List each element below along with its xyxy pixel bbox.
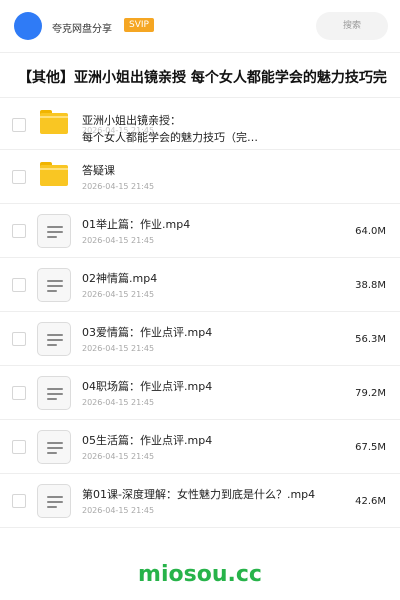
item-size: 67.5M <box>355 442 386 453</box>
item-size: 79.2M <box>355 388 386 399</box>
item-name-line2: 每个女人都能学会的魅力技巧（完… <box>82 131 258 144</box>
list-item[interactable]: 03爱情篇：作业点评.mp4 2026-04-15 21:45 56.3M <box>0 312 400 366</box>
item-size: 56.3M <box>355 334 386 345</box>
item-name: 03爱情篇：作业点评.mp4 <box>82 326 213 339</box>
item-checkbox[interactable] <box>12 278 26 292</box>
video-file-icon <box>37 376 71 410</box>
list-item[interactable]: 01举止篇：作业.mp4 2026-04-15 21:45 64.0M <box>0 204 400 258</box>
video-file-icon <box>37 322 71 356</box>
avatar[interactable] <box>14 12 42 40</box>
folder-icon <box>40 162 68 186</box>
item-size: 38.8M <box>355 280 386 291</box>
folder-icon <box>40 110 68 134</box>
share-owner-name: 夸克网盘分享 <box>52 24 112 35</box>
item-date: 2026-04-15 21:45 <box>82 290 155 299</box>
item-name: 答疑课 <box>82 164 115 177</box>
item-checkbox[interactable] <box>12 170 26 184</box>
site-watermark: miosou.cc <box>138 562 262 587</box>
top-bar: 夸克网盘分享 SVIP 搜索 <box>0 0 400 52</box>
file-list: 2026-04-15 21:45 亚洲小姐出镜亲授： 每个女人都能学会的魅力技巧… <box>0 98 400 528</box>
video-file-icon <box>37 214 71 248</box>
item-date: 2026-04-15 21:45 <box>82 452 155 461</box>
list-item[interactable]: 第01课-深度理解：女性魅力到底是什么？.mp4 2026-04-15 21:4… <box>0 474 400 528</box>
item-name: 04职场篇：作业点评.mp4 <box>82 380 213 393</box>
item-checkbox[interactable] <box>12 332 26 346</box>
item-checkbox[interactable] <box>12 118 26 132</box>
title-bar: 【其他】亚洲小姐出镜亲授 每个女人都能学会的魅力技巧完 <box>0 52 400 98</box>
item-size: 64.0M <box>355 226 386 237</box>
item-name: 02神情篇.mp4 <box>82 272 158 285</box>
list-item[interactable]: 04职场篇：作业点评.mp4 2026-04-15 21:45 79.2M <box>0 366 400 420</box>
item-date: 2026-04-15 21:45 <box>82 344 155 353</box>
list-item[interactable]: 2026-04-15 21:45 亚洲小姐出镜亲授： 每个女人都能学会的魅力技巧… <box>0 98 400 150</box>
item-date: 2026-04-15 21:45 <box>82 398 155 407</box>
item-date: 2026-04-15 21:45 <box>82 236 155 245</box>
item-size: 42.6M <box>355 496 386 507</box>
video-file-icon <box>37 430 71 464</box>
item-checkbox[interactable] <box>12 440 26 454</box>
search-button[interactable]: 搜索 <box>316 12 388 40</box>
item-name: 第01课-深度理解：女性魅力到底是什么？.mp4 <box>82 488 316 501</box>
list-item[interactable]: 05生活篇：作业点评.mp4 2026-04-15 21:45 67.5M <box>0 420 400 474</box>
list-item[interactable]: 02神情篇.mp4 2026-04-15 21:45 38.8M <box>0 258 400 312</box>
item-name: 05生活篇：作业点评.mp4 <box>82 434 213 447</box>
item-checkbox[interactable] <box>12 386 26 400</box>
item-checkbox[interactable] <box>12 494 26 508</box>
svip-badge: SVIP <box>124 18 154 32</box>
list-item[interactable]: 答疑课 2026-04-15 21:45 <box>0 150 400 204</box>
item-date: 2026-04-15 21:45 <box>82 506 155 515</box>
item-name: 亚洲小姐出镜亲授： <box>82 114 181 127</box>
page-title: 【其他】亚洲小姐出镜亲授 每个女人都能学会的魅力技巧完 <box>18 70 387 86</box>
item-date: 2026-04-15 21:45 <box>82 182 155 191</box>
video-file-icon <box>37 268 71 302</box>
item-checkbox[interactable] <box>12 224 26 238</box>
item-name: 01举止篇：作业.mp4 <box>82 218 191 231</box>
video-file-icon <box>37 484 71 518</box>
